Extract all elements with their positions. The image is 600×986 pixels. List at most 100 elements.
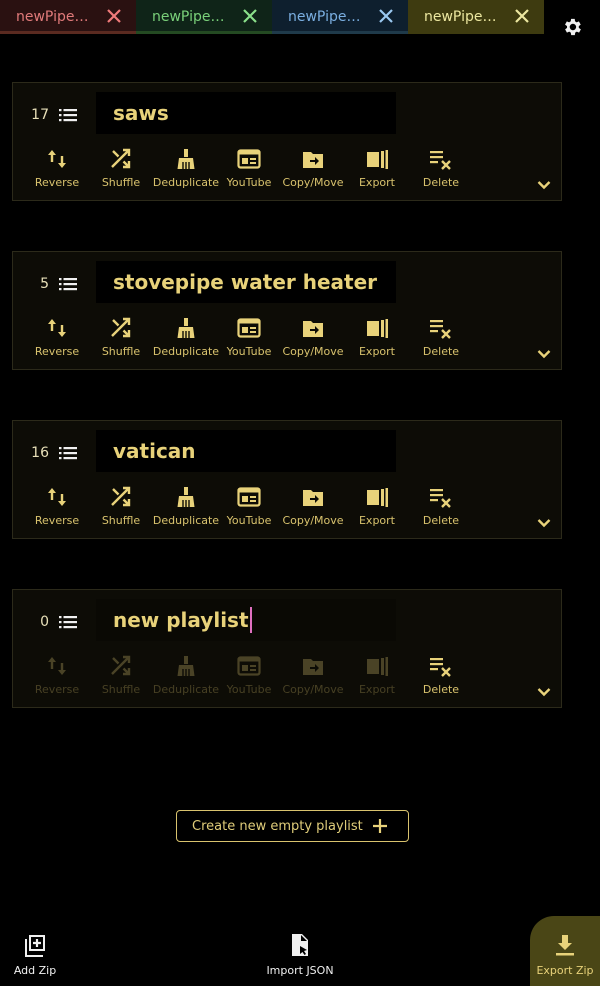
youtube-button[interactable]: YouTube	[214, 314, 284, 358]
delete-label: Delete	[422, 176, 460, 189]
shuffle-label: Shuffle	[101, 345, 141, 358]
shuffle-button[interactable]: Shuffle	[86, 314, 156, 358]
close-icon[interactable]	[378, 8, 394, 24]
broom-icon	[174, 316, 198, 340]
chevron-down-icon[interactable]	[537, 518, 551, 528]
youtube-button[interactable]: YouTube	[214, 483, 284, 527]
delete-button[interactable]: Delete	[406, 145, 476, 189]
reverse-label: Reverse	[34, 514, 80, 527]
reverse-icon	[45, 147, 69, 171]
tab-2-label: newPipe…	[152, 9, 225, 25]
tab-1[interactable]: newPipe…	[0, 0, 136, 34]
close-icon[interactable]	[242, 8, 258, 24]
playlist-actions: Reverse Shuffle Deduplicate YouTube Copy…	[13, 145, 483, 193]
playlist-card: 17 saws Reverse Shuffle Deduplicate YouT…	[12, 82, 562, 201]
deduplicate-button: Deduplicate	[151, 652, 221, 696]
copy-move-button[interactable]: Copy/Move	[278, 314, 348, 358]
tab-4-active[interactable]: newPipe…	[408, 0, 544, 34]
youtube-button[interactable]: YouTube	[214, 145, 284, 189]
delete-list-icon	[429, 485, 453, 509]
copy-move-label: Copy/Move	[282, 683, 344, 696]
playlist-card: 16 vatican Reverse Shuffle Deduplicate Y…	[12, 420, 562, 539]
youtube-label: YouTube	[226, 514, 272, 527]
copy-move-button: Copy/Move	[278, 652, 348, 696]
export-label: Export	[358, 176, 395, 189]
reverse-icon	[45, 316, 69, 340]
reverse-icon	[45, 654, 69, 678]
download-icon	[552, 932, 578, 958]
chevron-down-icon[interactable]	[537, 180, 551, 190]
close-icon[interactable]	[106, 8, 122, 24]
export-icon	[365, 654, 389, 678]
web-icon	[237, 485, 261, 509]
delete-label: Delete	[422, 345, 460, 358]
chevron-down-icon[interactable]	[537, 687, 551, 697]
copy-move-button[interactable]: Copy/Move	[278, 483, 348, 527]
chevron-down-icon[interactable]	[537, 349, 551, 359]
delete-list-icon	[429, 147, 453, 171]
shuffle-label: Shuffle	[101, 176, 141, 189]
delete-label: Delete	[422, 514, 460, 527]
youtube-label: YouTube	[226, 176, 272, 189]
broom-icon	[174, 147, 198, 171]
copy-move-button[interactable]: Copy/Move	[278, 145, 348, 189]
deduplicate-label: Deduplicate	[152, 514, 220, 527]
deduplicate-button[interactable]: Deduplicate	[151, 145, 221, 189]
create-playlist-label: Create new empty playlist	[192, 818, 363, 834]
add-box-icon	[22, 932, 48, 958]
playlist-count: 16	[31, 445, 49, 461]
export-button[interactable]: Export	[342, 314, 412, 358]
create-playlist-button[interactable]: Create new empty playlist	[176, 810, 409, 842]
playlist-actions: Reverse Shuffle Deduplicate YouTube Copy…	[13, 652, 483, 700]
youtube-label: YouTube	[226, 345, 272, 358]
folder-move-icon	[301, 654, 325, 678]
delete-list-icon	[429, 316, 453, 340]
delete-button[interactable]: Delete	[406, 483, 476, 527]
delete-button[interactable]: Delete	[406, 652, 476, 696]
import-json-label: Import JSON	[266, 964, 334, 977]
close-icon[interactable]	[514, 8, 530, 24]
reverse-label: Reverse	[34, 345, 80, 358]
playlist-actions: Reverse Shuffle Deduplicate YouTube Copy…	[13, 483, 483, 531]
folder-move-icon	[301, 485, 325, 509]
playlist-name-text: new playlist	[113, 608, 249, 632]
playlist-name-input[interactable]: saws	[96, 92, 396, 134]
reverse-button[interactable]: Reverse	[22, 145, 92, 189]
export-zip-button[interactable]: Export Zip	[530, 916, 600, 986]
deduplicate-button[interactable]: Deduplicate	[151, 314, 221, 358]
import-json-button[interactable]: Import JSON	[260, 916, 340, 986]
add-zip-label: Add Zip	[13, 964, 57, 977]
reverse-button: Reverse	[22, 652, 92, 696]
list-icon	[59, 277, 77, 291]
export-button[interactable]: Export	[342, 145, 412, 189]
playlist-name-input[interactable]: stovepipe water heater	[96, 261, 396, 303]
tab-4-label: newPipe…	[424, 9, 497, 25]
copy-move-label: Copy/Move	[282, 176, 344, 189]
tab-2[interactable]: newPipe…	[136, 0, 272, 34]
deduplicate-button[interactable]: Deduplicate	[151, 483, 221, 527]
reverse-button[interactable]: Reverse	[22, 314, 92, 358]
tab-3[interactable]: newPipe…	[272, 0, 408, 34]
export-icon	[365, 316, 389, 340]
reverse-icon	[45, 485, 69, 509]
add-zip-button[interactable]: Add Zip	[0, 916, 70, 986]
playlist-name-input[interactable]: vatican	[96, 430, 396, 472]
folder-move-icon	[301, 316, 325, 340]
playlist-count: 0	[40, 614, 49, 630]
playlist-name-input[interactable]: new playlist	[96, 599, 396, 641]
tab-bar: newPipe… newPipe… newPipe… newPipe…	[0, 0, 544, 34]
file-import-icon	[287, 932, 313, 958]
gear-icon[interactable]	[561, 16, 583, 38]
reverse-button[interactable]: Reverse	[22, 483, 92, 527]
shuffle-icon	[109, 654, 133, 678]
playlist-count: 5	[40, 276, 49, 292]
shuffle-button[interactable]: Shuffle	[86, 145, 156, 189]
export-button[interactable]: Export	[342, 483, 412, 527]
delete-button[interactable]: Delete	[406, 314, 476, 358]
shuffle-button[interactable]: Shuffle	[86, 483, 156, 527]
delete-list-icon	[429, 654, 453, 678]
broom-icon	[174, 654, 198, 678]
export-label: Export	[358, 514, 395, 527]
web-icon	[237, 316, 261, 340]
delete-label: Delete	[422, 683, 460, 696]
